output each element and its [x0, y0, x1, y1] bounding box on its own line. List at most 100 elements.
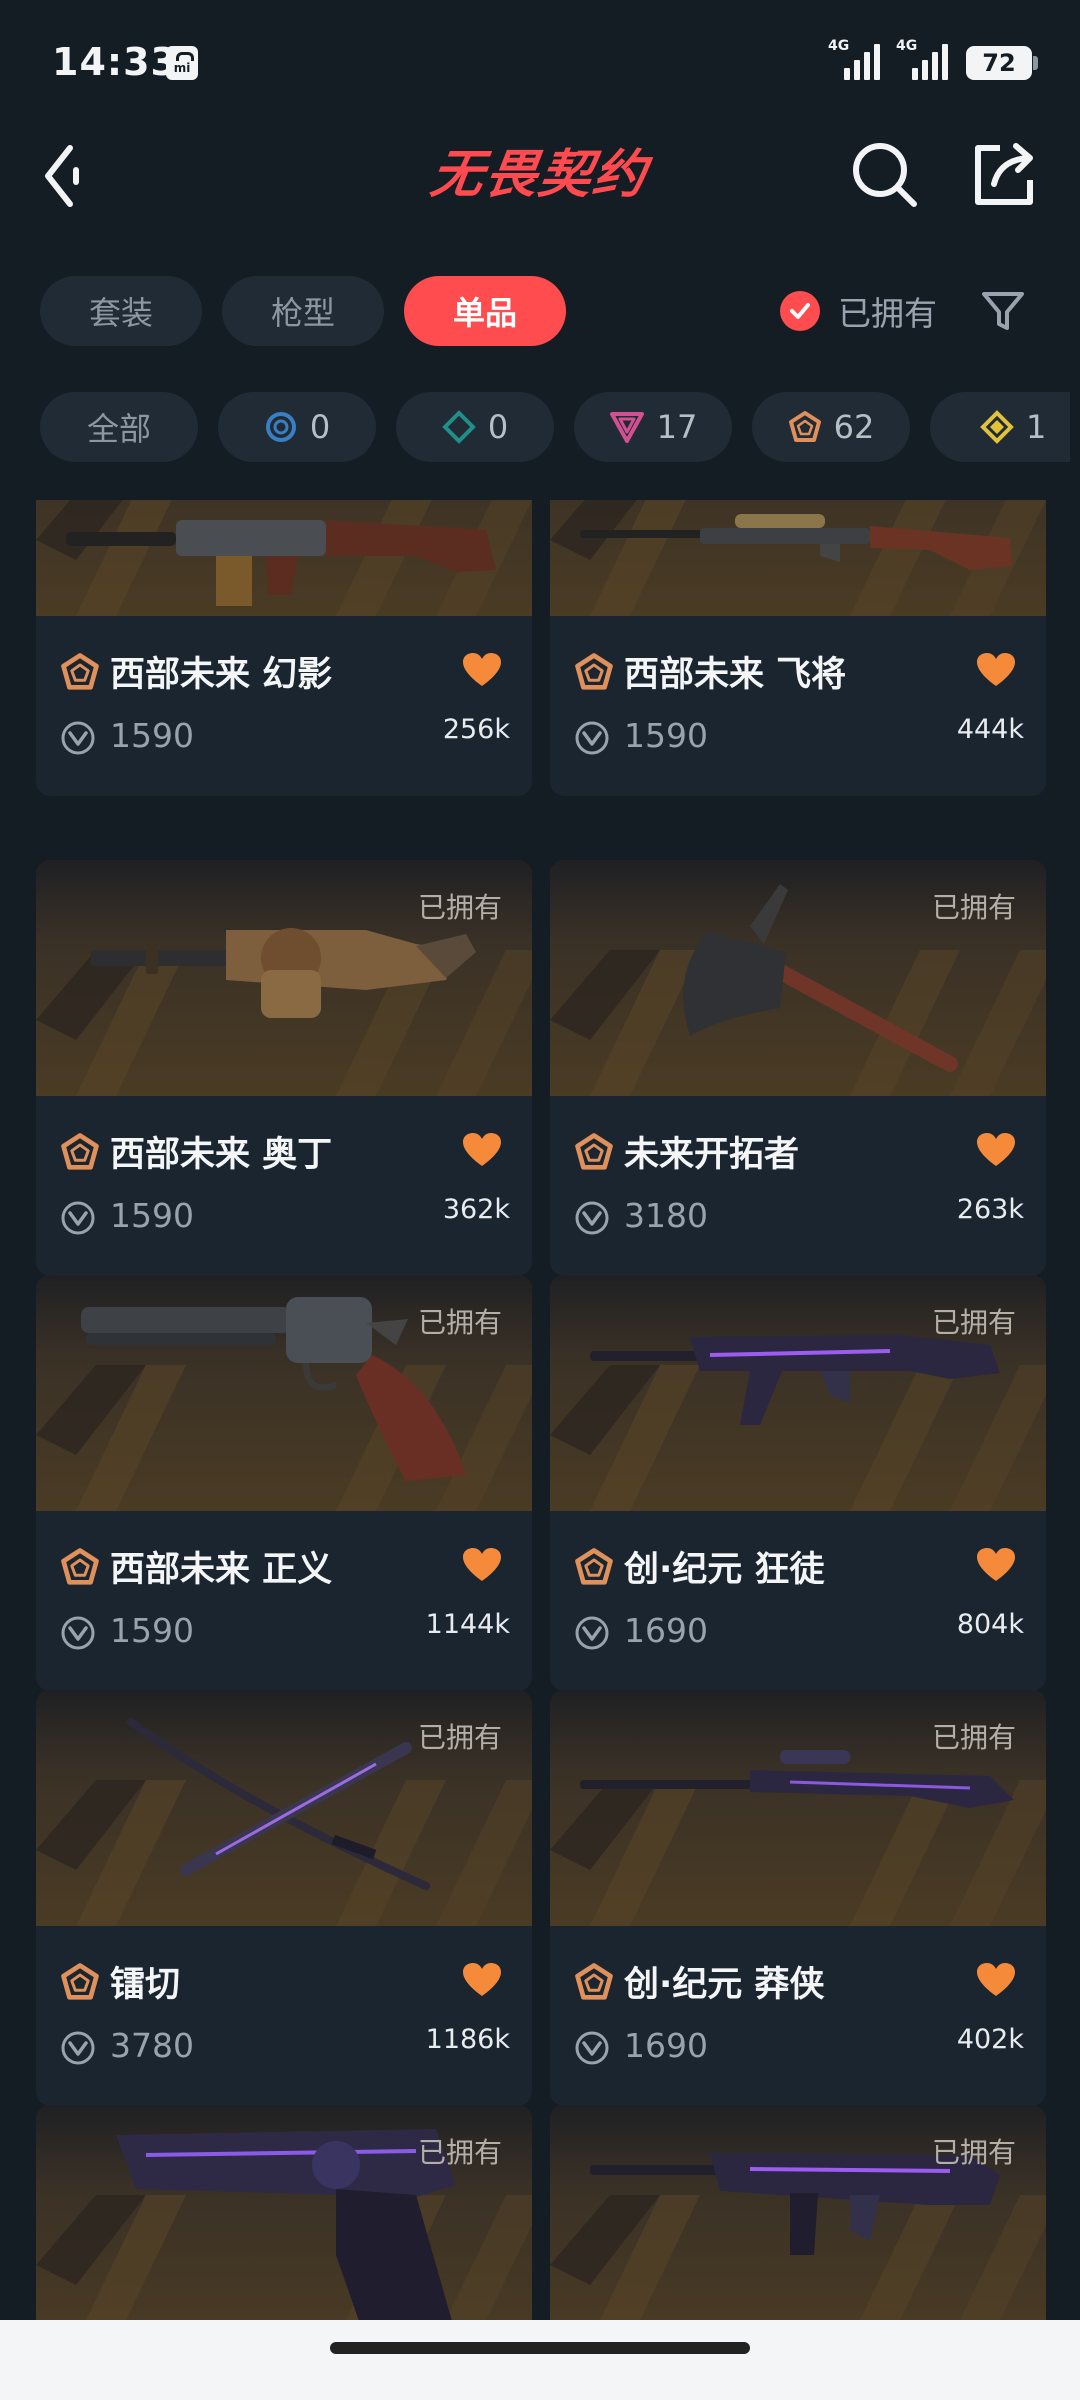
- skin-info: 未来开拓者 3180 263k: [550, 1096, 1046, 1276]
- heart-icon[interactable]: [462, 1962, 502, 1998]
- heart-icon[interactable]: [462, 1132, 502, 1168]
- battery-icon: 72: [966, 46, 1038, 80]
- heart-icon[interactable]: [976, 652, 1016, 688]
- valorant-points-icon: [574, 1615, 610, 1651]
- skin-image: 已拥有: [550, 1275, 1046, 1511]
- chip-count: 1: [1026, 408, 1047, 446]
- owned-filter[interactable]: 已拥有: [780, 276, 937, 346]
- home-indicator[interactable]: [330, 2342, 750, 2354]
- rarity-deluxe-chip[interactable]: 0: [396, 392, 554, 462]
- owned-tag: 已拥有: [417, 1721, 502, 1754]
- ultra-tier-icon: [60, 1962, 100, 2002]
- owned-filter-label: 已拥有: [838, 294, 937, 333]
- heart-icon[interactable]: [976, 1547, 1016, 1583]
- owned-tag: 已拥有: [417, 891, 502, 924]
- heart-icon[interactable]: [462, 1547, 502, 1583]
- skin-card[interactable]: 已拥有 创·纪元 莽侠 1690 402k: [550, 1690, 1046, 2106]
- heart-icon[interactable]: [976, 1962, 1016, 1998]
- valorant-points-icon: [60, 2030, 96, 2066]
- filter-button[interactable]: [978, 286, 1028, 336]
- app-title: 无畏契约: [426, 145, 652, 205]
- valorant-points-icon: [574, 1200, 610, 1236]
- skin-card[interactable]: 已拥有 镭切 3780 1186k: [36, 1690, 532, 2106]
- rarity-premium-chip[interactable]: 17: [574, 392, 732, 462]
- skin-image: 已拥有: [36, 860, 532, 1096]
- rarity-ultra-chip[interactable]: 62: [752, 392, 910, 462]
- skin-card[interactable]: 已拥有 西部未来 正义 1590 1144k: [36, 1275, 532, 1691]
- chip-count: 62: [833, 408, 875, 446]
- like-count: 362k: [442, 1194, 510, 1225]
- ultra-tier-icon: [574, 1547, 614, 1587]
- skin-card[interactable]: 已拥有: [36, 2105, 532, 2320]
- skin-info: 西部未来 幻影 1590 256k: [36, 616, 532, 796]
- skin-image: [36, 500, 532, 616]
- skin-card[interactable]: 西部未来 幻影 1590 256k: [36, 500, 532, 796]
- skin-price: 1590: [110, 1611, 194, 1650]
- skin-grid: 西部未来 幻影 1590 256k 西部未来 飞将 1590 444k 已拥有 …: [0, 500, 1080, 2320]
- skin-image: 已拥有: [36, 1275, 532, 1511]
- skin-card[interactable]: 已拥有 未来开拓者 3180 263k: [550, 860, 1046, 1276]
- skin-image: 已拥有: [36, 2105, 532, 2320]
- rarity-all-chip[interactable]: 全部: [40, 392, 198, 462]
- tab-bundles[interactable]: 套装: [40, 276, 202, 346]
- skin-name: 创·纪元 狂徒: [624, 1550, 825, 1590]
- rarity-exclusive-chip[interactable]: 1: [930, 392, 1070, 462]
- skin-price: 3780: [110, 2026, 194, 2065]
- skin-price: 1690: [624, 1611, 708, 1650]
- valorant-points-icon: [60, 1615, 96, 1651]
- owned-tag: 已拥有: [417, 2136, 502, 2169]
- skin-info: 创·纪元 狂徒 1690 804k: [550, 1511, 1046, 1691]
- ultra-tier-icon: [788, 411, 821, 442]
- back-button[interactable]: [36, 134, 100, 218]
- skin-image: [550, 500, 1046, 616]
- skin-name: 西部未来 幻影: [110, 655, 333, 695]
- skin-price: 3180: [624, 1196, 708, 1235]
- valorant-points-icon: [60, 720, 96, 756]
- share-icon: [975, 143, 1033, 205]
- tab-weapon-types[interactable]: 枪型: [222, 276, 384, 346]
- skin-card[interactable]: 已拥有 西部未来 奥丁 1590 362k: [36, 860, 532, 1276]
- chip-count: 0: [487, 408, 509, 446]
- like-count: 1144k: [425, 1609, 510, 1640]
- ultra-tier-icon: [60, 1547, 100, 1587]
- skin-image: 已拥有: [550, 2105, 1046, 2320]
- heart-icon[interactable]: [976, 1132, 1016, 1168]
- skin-image: 已拥有: [36, 1690, 532, 1926]
- skin-image: 已拥有: [550, 860, 1046, 1096]
- heart-icon[interactable]: [462, 652, 502, 688]
- like-count: 1186k: [425, 2024, 510, 2055]
- owned-tag: 已拥有: [931, 2136, 1016, 2169]
- skin-name: 创·纪元 莽侠: [624, 1965, 825, 2005]
- share-button[interactable]: [970, 136, 1040, 212]
- tab-single-items[interactable]: 单品: [404, 276, 566, 346]
- skin-info: 西部未来 正义 1590 1144k: [36, 1511, 532, 1691]
- skin-name: 西部未来 飞将: [624, 655, 847, 695]
- skin-price: 1590: [624, 716, 708, 755]
- ultra-tier-icon: [574, 1962, 614, 2002]
- skin-price: 1590: [110, 1196, 194, 1235]
- status-bar: 14:33 mi 4G 4G 72: [0, 0, 1080, 120]
- ultra-tier-icon: [60, 652, 100, 692]
- owned-tag: 已拥有: [931, 891, 1016, 924]
- rarity-select-chip[interactable]: 0: [218, 392, 376, 462]
- owned-tag: 已拥有: [931, 1721, 1016, 1754]
- signal-icon: 4G: [896, 38, 958, 80]
- valorant-points-icon: [574, 720, 610, 756]
- network-type: 4G: [896, 38, 918, 54]
- skin-card[interactable]: 已拥有 创·纪元 狂徒 1690 804k: [550, 1275, 1046, 1691]
- skin-card[interactable]: 西部未来 飞将 1590 444k: [550, 500, 1046, 796]
- skin-info: 西部未来 奥丁 1590 362k: [36, 1096, 532, 1276]
- search-icon: [853, 143, 917, 207]
- skin-info: 西部未来 飞将 1590 444k: [550, 616, 1046, 796]
- ultra-tier-icon: [574, 1132, 614, 1172]
- carrier-badge: mi: [166, 46, 198, 80]
- skin-price: 1690: [624, 2026, 708, 2065]
- filter-icon: [982, 292, 1024, 330]
- status-time: 14:33: [52, 40, 178, 84]
- search-button[interactable]: [846, 136, 922, 212]
- chip-count: 0: [309, 408, 331, 446]
- skin-name: 未来开拓者: [624, 1135, 800, 1175]
- like-count: 444k: [956, 714, 1024, 745]
- skin-card[interactable]: 已拥有: [550, 2105, 1046, 2320]
- signal-icon: 4G: [828, 38, 890, 80]
